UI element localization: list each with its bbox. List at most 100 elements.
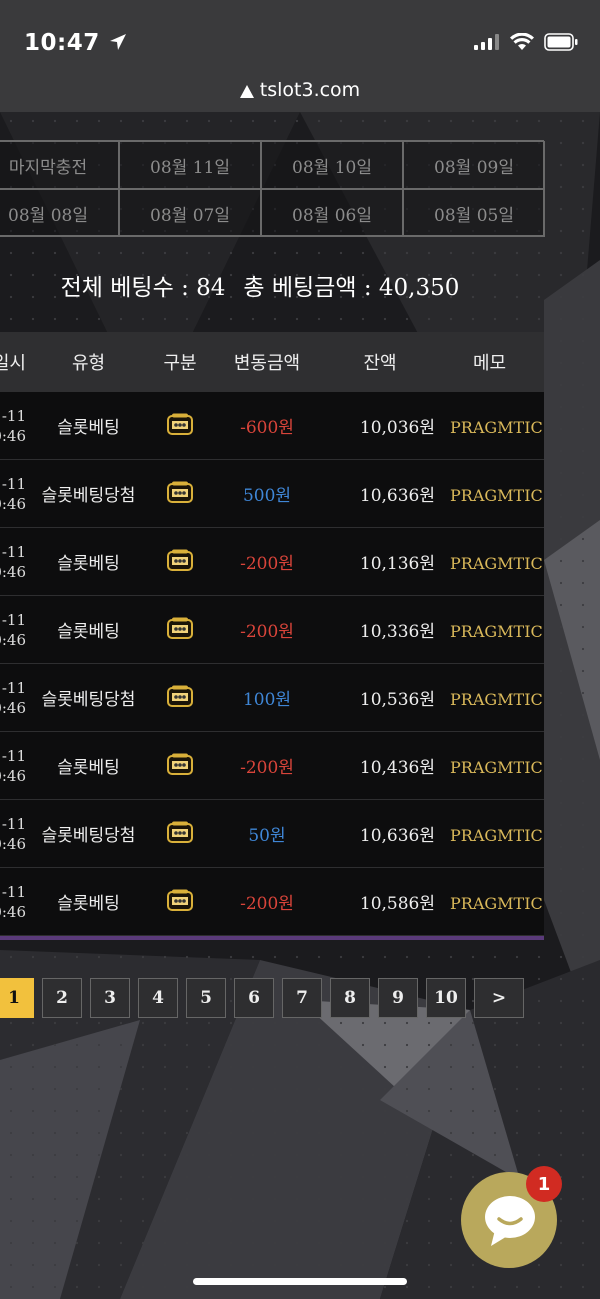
row-type: 슬롯베팅당첨 [41,486,136,506]
date-tab[interactable]: 08월 07일 [119,189,261,237]
slot-machine-icon [167,413,193,439]
row-division [151,821,209,847]
date-tab[interactable]: 마지막충전 [0,141,119,189]
row-type: 슬롯베팅 [57,622,120,642]
row-datetime: -11 0:46 [0,610,26,650]
signal-icon [474,34,500,54]
row-balance: 10,636원 [359,486,435,506]
row-memo: PRAGMTIC:큰 [450,757,544,777]
date-tab[interactable]: 08월 05일 [403,189,545,237]
row-time: 0:46 [0,834,26,853]
row-balance: 10,536원 [359,690,435,710]
page-button-8[interactable]: 8 [330,978,370,1018]
row-datetime: -11 0:46 [0,474,26,514]
row-memo: PRAGMTIC:큰 [450,825,544,845]
row-time: 0:46 [0,698,26,717]
betting-table: 일시 유형 구분 변동금액 잔액 메모 -11 0:46 슬롯베팅 -600원 … [0,332,544,940]
row-date: -11 [1,610,26,629]
date-tab[interactable]: 08월 06일 [261,189,403,237]
page-button-6[interactable]: 6 [234,978,274,1018]
row-division [151,753,209,779]
row-date: -11 [1,814,26,833]
row-date: -11 [1,406,26,425]
header-amount: 변동금액 [233,353,301,374]
slot-machine-icon [167,889,193,915]
status-bar: 10:47 [0,0,600,78]
date-tab[interactable]: 08월 11일 [119,141,261,189]
table-header: 일시 유형 구분 변동금액 잔액 메모 [0,332,544,392]
page-button-7[interactable]: 7 [282,978,322,1018]
row-datetime: -11 0:46 [0,814,26,854]
slot-machine-icon [167,753,193,779]
row-memo: PRAGMTIC:큰 [450,553,544,573]
total-bet-amount: 총 베팅금액 : 40,350 [243,275,460,301]
status-time: 10:47 [24,30,128,56]
table-row[interactable]: -11 0:46 슬롯베팅 -200원 10,586원 PRAGMTIC:큰 [0,868,544,936]
table-body: -11 0:46 슬롯베팅 -600원 10,036원 PRAGMTIC:큰 -… [0,392,544,936]
date-tab[interactable]: 08월 10일 [261,141,403,189]
row-type: 슬롯베팅당첨 [41,690,136,710]
slot-machine-icon [167,549,193,575]
page-button-3[interactable]: 3 [90,978,130,1018]
row-division [151,685,209,711]
row-amount: -200원 [240,894,294,914]
header-division: 구분 [163,353,197,374]
home-indicator[interactable] [193,1278,407,1285]
page-button-1[interactable]: 1 [0,978,34,1018]
row-amount: 50원 [248,826,286,846]
row-type: 슬롯베팅 [57,554,120,574]
page-button-5[interactable]: 5 [186,978,226,1018]
row-balance: 10,636원 [359,826,435,846]
row-type: 슬롯베팅 [57,418,120,438]
table-row[interactable]: -11 0:46 슬롯베팅당첨 100원 10,536원 PRAGMTIC:큰 [0,664,544,732]
row-datetime: -11 0:46 [0,746,26,786]
page-button-10[interactable]: 10 [426,978,466,1018]
row-amount: -200원 [240,758,294,778]
row-date: -11 [1,474,26,493]
row-type: 슬롯베팅 [57,894,120,914]
header-memo: 메모 [472,353,507,374]
row-time: 0:46 [0,426,26,445]
row-date: -11 [1,882,26,901]
row-datetime: -11 0:46 [0,678,26,718]
row-amount: 500원 [242,486,292,506]
row-division [151,889,209,915]
location-arrow-icon [108,30,128,56]
date-tab[interactable]: 08월 09일 [403,141,545,189]
url-bar[interactable]: tslot3.com [0,78,600,112]
slot-machine-icon [167,685,193,711]
url-text: tslot3.com [259,79,361,101]
page-button-4[interactable]: 4 [138,978,178,1018]
row-balance: 10,336원 [359,622,435,642]
table-row[interactable]: -11 0:46 슬롯베팅 -600원 10,036원 PRAGMTIC:큰 [0,392,544,460]
page-button-9[interactable]: 9 [378,978,418,1018]
warning-icon [239,81,254,103]
row-division [151,481,209,507]
chat-notification-badge: 1 [526,1166,562,1202]
table-row[interactable]: -11 0:46 슬롯베팅 -200원 10,336원 PRAGMTIC:큰 [0,596,544,664]
table-row[interactable]: -11 0:46 슬롯베팅 -200원 10,136원 PRAGMTIC:큰 [0,528,544,596]
row-time: 0:46 [0,494,26,513]
row-date: -11 [1,542,26,561]
table-row[interactable]: -11 0:46 슬롯베팅당첨 50원 10,636원 PRAGMTIC:큰 [0,800,544,868]
row-balance: 10,136원 [359,554,435,574]
header-date: 일시 [0,353,26,374]
row-amount: -200원 [240,622,294,642]
row-time: 0:46 [0,562,26,581]
page-button-2[interactable]: 2 [42,978,82,1018]
row-memo: PRAGMTIC:큰 [450,689,544,709]
row-amount: 100원 [242,690,292,710]
row-datetime: -11 0:46 [0,882,26,922]
next-page-button[interactable]: > [474,978,524,1018]
pagination: 1 2 3 4 5 6 7 8 9 10 > [0,978,524,1018]
date-tab[interactable]: 08월 08일 [0,189,119,237]
row-division [151,617,209,643]
table-row[interactable]: -11 0:46 슬롯베팅 -200원 10,436원 PRAGMTIC:큰 [0,732,544,800]
row-memo: PRAGMTIC:큰 [450,485,544,505]
wifi-icon [510,32,534,55]
table-row[interactable]: -11 0:46 슬롯베팅당첨 500원 10,636원 PRAGMTIC:큰 [0,460,544,528]
row-balance: 10,036원 [359,418,435,438]
slot-machine-icon [167,821,193,847]
chat-bubble-icon [461,1196,557,1272]
slot-machine-icon [167,481,193,507]
